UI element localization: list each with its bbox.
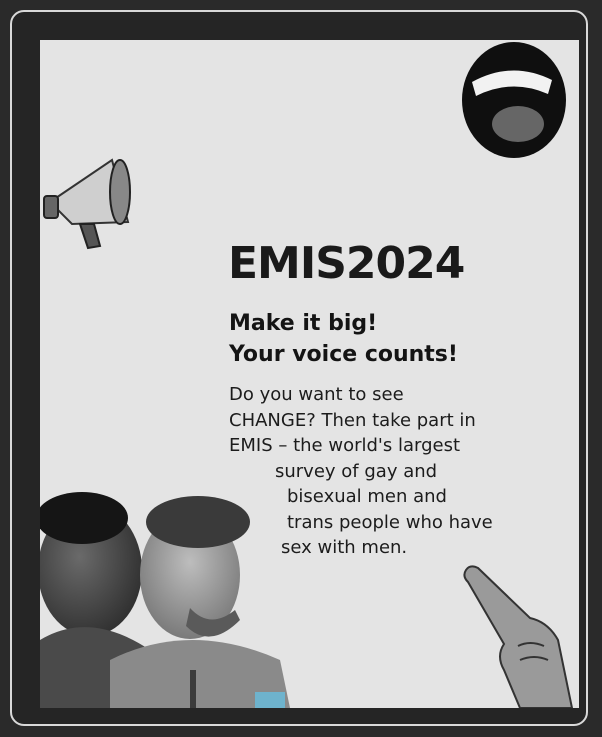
megaphone-icon [43,158,131,250]
body-line: EMIS – the world's largest [229,435,461,456]
poster-title: EMIS2024 [228,238,465,289]
pointing-hand-illustration [463,565,574,708]
open-mouth-illustration [462,42,566,158]
headline-line: Make it big! [229,311,378,336]
body-line: CHANGE? Then take part in [229,409,476,431]
body-line: Do you want to see [229,384,404,405]
poster-headline: Make it big! Your voice counts! [229,308,458,370]
poster: EMIS2024 Make it big! Your voice counts!… [40,40,579,708]
headline-line: Your voice counts! [229,342,458,367]
